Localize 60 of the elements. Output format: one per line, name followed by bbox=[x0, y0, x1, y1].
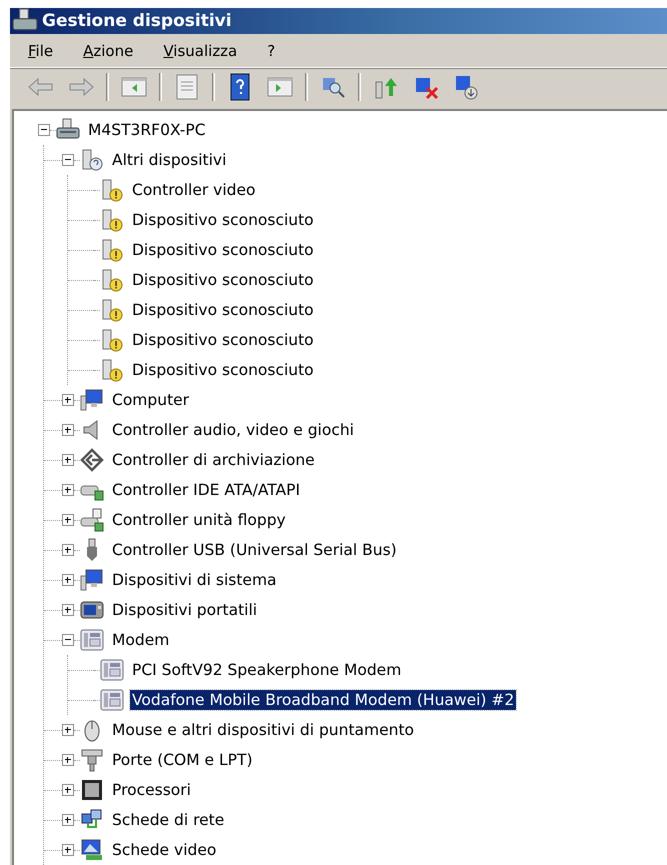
display-card-icon bbox=[80, 838, 104, 862]
warning-device-icon bbox=[100, 328, 124, 352]
tree-item[interactable]: Dispositivo sconosciuto bbox=[130, 240, 316, 260]
port-connector-icon bbox=[80, 748, 104, 772]
warning-device-icon bbox=[100, 178, 124, 202]
expand-toggle[interactable] bbox=[62, 394, 74, 406]
menu-item[interactable]: Azione bbox=[83, 42, 134, 60]
collapse-toggle[interactable] bbox=[62, 634, 74, 646]
collapse-toggle[interactable] bbox=[38, 124, 50, 136]
menu-item[interactable]: ? bbox=[267, 42, 276, 60]
tree-item[interactable]: M4ST3RF0X-PC bbox=[86, 120, 208, 140]
tree-item[interactable]: Controller unità floppy bbox=[110, 510, 288, 530]
tree-item[interactable]: Modem bbox=[110, 630, 172, 650]
expand-toggle[interactable] bbox=[62, 784, 74, 796]
tree-item[interactable]: Controller USB (Universal Serial Bus) bbox=[110, 540, 399, 560]
warning-device-icon bbox=[100, 208, 124, 232]
tree-item[interactable]: Vodafone Mobile Broadband Modem (Huawei) #2 bbox=[130, 690, 516, 710]
warning-device-icon bbox=[100, 358, 124, 382]
expand-toggle[interactable] bbox=[62, 754, 74, 766]
warning-device-icon bbox=[100, 268, 124, 292]
tree-item[interactable]: Dispositivo sconosciuto bbox=[130, 210, 316, 230]
expand-toggle[interactable] bbox=[62, 544, 74, 556]
tree-item[interactable]: Schede video bbox=[110, 840, 218, 860]
expand-toggle[interactable] bbox=[62, 454, 74, 466]
tree-item[interactable]: Dispositivo sconosciuto bbox=[130, 270, 316, 290]
tree-item[interactable]: PCI SoftV92 Speakerphone Modem bbox=[130, 660, 404, 680]
tree-item[interactable]: Controller audio, video e giochi bbox=[110, 420, 356, 440]
expand-toggle[interactable] bbox=[62, 484, 74, 496]
tree-item[interactable]: Mouse e altri dispositivi di puntamento bbox=[110, 720, 416, 740]
tree-item[interactable]: Dispositivo sconosciuto bbox=[130, 360, 316, 380]
expand-toggle[interactable] bbox=[62, 724, 74, 736]
window-title: Gestione dispositivi bbox=[42, 11, 232, 31]
monitor-icon bbox=[80, 568, 104, 592]
floppy-drive-icon bbox=[80, 508, 104, 532]
tree-item[interactable]: Controller video bbox=[130, 180, 258, 200]
expand-toggle[interactable] bbox=[62, 424, 74, 436]
tree-item[interactable]: Dispositivi portatili bbox=[110, 600, 260, 620]
tree-item[interactable]: Dispositivo sconosciuto bbox=[130, 330, 316, 350]
menu-item[interactable]: File bbox=[28, 42, 54, 60]
tree-item[interactable]: Controller di archiviazione bbox=[110, 450, 317, 470]
menu-item[interactable]: Visualizza bbox=[163, 42, 238, 60]
expand-toggle[interactable] bbox=[62, 814, 74, 826]
monitor-icon bbox=[80, 388, 104, 412]
collapse-toggle[interactable] bbox=[62, 154, 74, 166]
tree-item[interactable]: Computer bbox=[110, 390, 192, 410]
expand-toggle[interactable] bbox=[62, 844, 74, 856]
chip-icon bbox=[80, 778, 104, 802]
expand-toggle[interactable] bbox=[62, 514, 74, 526]
warning-device-icon bbox=[100, 298, 124, 322]
tree-item[interactable]: Dispositivo sconosciuto bbox=[130, 300, 316, 320]
question-device-icon bbox=[80, 148, 104, 172]
tree-item[interactable]: Porte (COM e LPT) bbox=[110, 750, 255, 770]
tree-item[interactable]: Altri dispositivi bbox=[110, 150, 228, 170]
tree-item[interactable]: Controller IDE ATA/ATAPI bbox=[110, 480, 302, 500]
tree-item[interactable]: Dispositivi di sistema bbox=[110, 570, 279, 590]
tree-item[interactable]: Processori bbox=[110, 780, 193, 800]
warning-device-icon bbox=[100, 238, 124, 262]
expand-toggle[interactable] bbox=[62, 574, 74, 586]
tree-item[interactable]: Schede di rete bbox=[110, 810, 226, 830]
expand-toggle[interactable] bbox=[62, 604, 74, 616]
